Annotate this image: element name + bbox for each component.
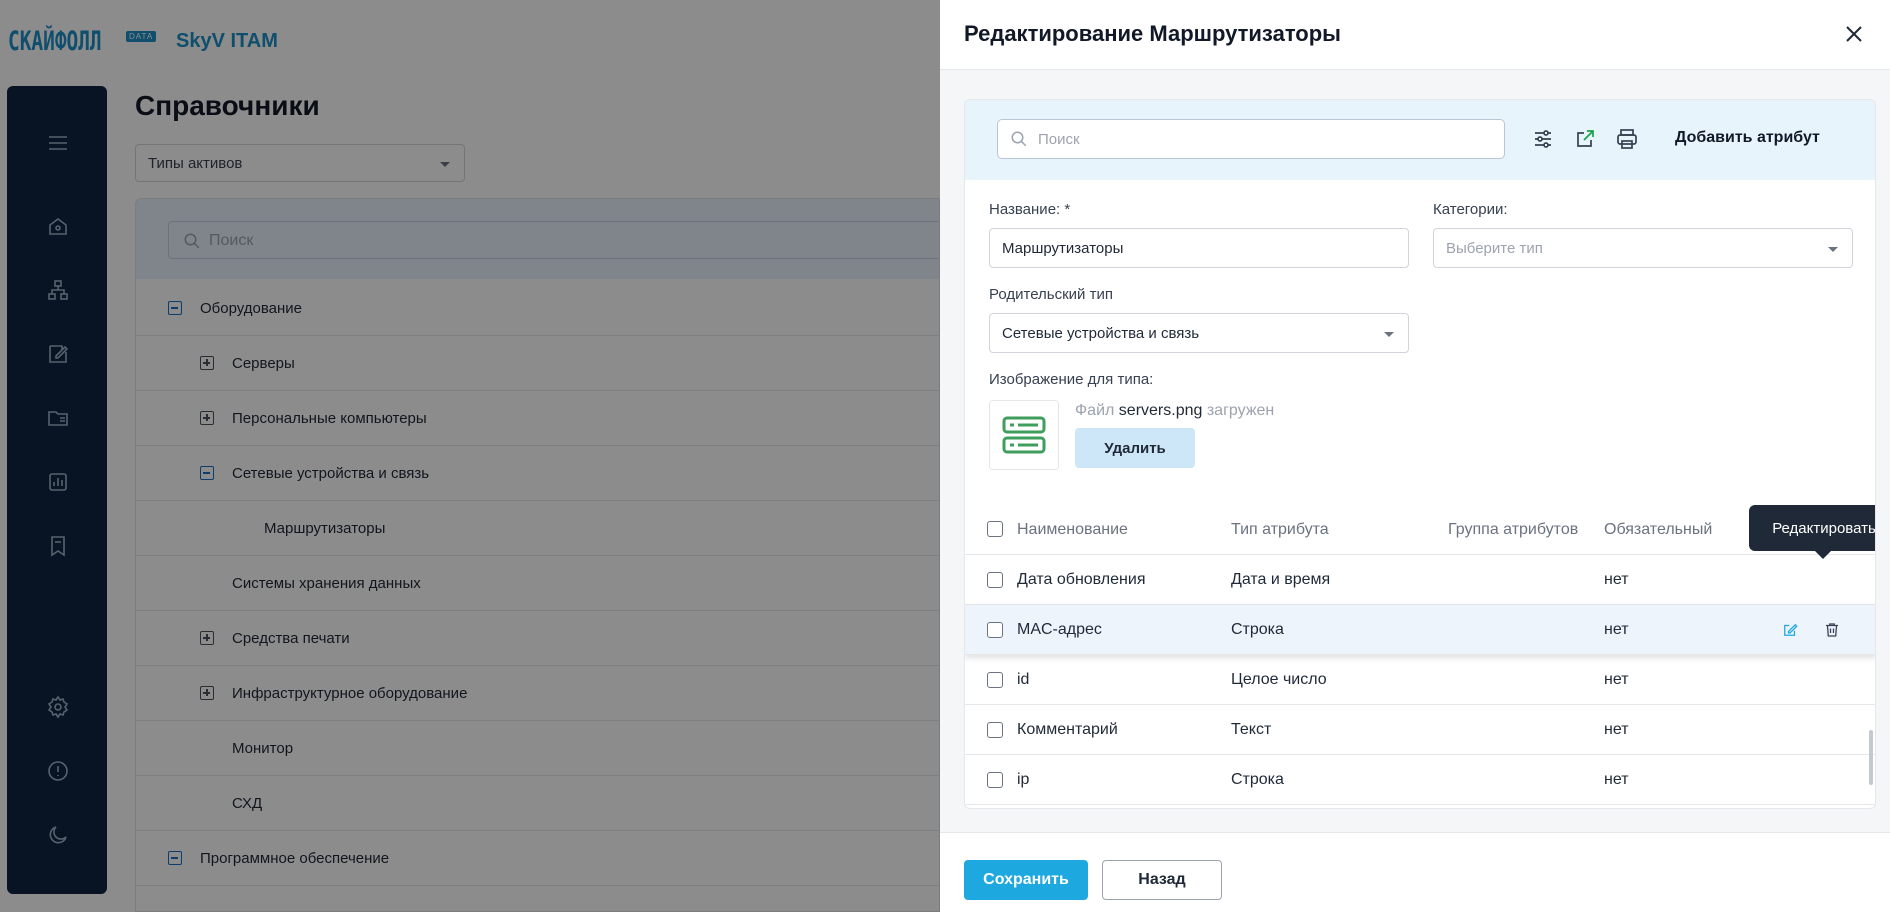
table-row[interactable]: id Целое число нет <box>965 655 1875 705</box>
drawer-footer: Сохранить Назад <box>940 832 1890 912</box>
back-button[interactable]: Назад <box>1102 860 1222 900</box>
cell-type: Строка <box>1231 771 1284 788</box>
cell-required: нет <box>1604 721 1629 738</box>
attributes-table: Наименование Тип атрибута Группа атрибут… <box>965 505 1875 808</box>
cell-type: Текст <box>1231 721 1272 738</box>
table-row[interactable]: Дата обновления Дата и время нет <box>965 555 1875 605</box>
modal-overlay[interactable] <box>0 0 940 912</box>
export-icon[interactable] <box>1573 127 1599 153</box>
categories-select[interactable]: Выберите тип <box>1433 228 1853 268</box>
file-suffix: загружен <box>1206 402 1275 419</box>
search-icon <box>1010 130 1028 152</box>
row-checkbox[interactable] <box>987 672 1003 688</box>
cell-type: Дата и время <box>1231 571 1331 588</box>
categories-placeholder: Выберите тип <box>1446 240 1543 257</box>
drawer-title: Редактирование Маршрутизаторы <box>964 21 1341 46</box>
cell-type: Строка <box>1231 621 1284 638</box>
image-label: Изображение для типа: <box>989 371 1154 388</box>
table-row[interactable]: Комментарий Текст нет <box>965 705 1875 755</box>
cell-required: нет <box>1604 621 1629 638</box>
trash-icon[interactable] <box>1823 621 1841 639</box>
cell-name: ip <box>1017 771 1030 788</box>
row-checkbox[interactable] <box>987 772 1003 788</box>
row-checkbox[interactable] <box>987 572 1003 588</box>
app-root: СКАЙФОЛЛ DATA SkyV ITAM Справочники Типы… <box>0 0 1890 912</box>
card-toolbar: Поиск Добавить атрибут <box>965 100 1875 180</box>
table-scrollbar[interactable] <box>1869 730 1873 785</box>
table-row[interactable]: ip Строка нет <box>965 755 1875 805</box>
cell-name: MAC-адрес <box>1017 621 1102 638</box>
file-name: servers.png <box>1118 402 1203 419</box>
column-header-type[interactable]: Тип атрибута <box>1231 521 1329 539</box>
save-button[interactable]: Сохранить <box>964 860 1088 900</box>
delete-image-button[interactable]: Удалить <box>1075 428 1195 468</box>
name-input[interactable]: Маршрутизаторы <box>989 228 1409 268</box>
cell-required: нет <box>1604 771 1629 788</box>
column-header-group[interactable]: Группа атрибутов <box>1448 521 1578 539</box>
parent-type-value: Сетевые устройства и связь <box>1002 325 1200 342</box>
cell-name: Комментарий <box>1017 721 1118 738</box>
cell-required: нет <box>1604 671 1629 688</box>
parent-type-select[interactable]: Сетевые устройства и связь <box>989 313 1409 353</box>
attribute-search-input[interactable]: Поиск <box>997 119 1505 159</box>
cell-name: Дата обновления <box>1017 571 1146 588</box>
file-status: Файл servers.png загружен <box>1075 402 1274 420</box>
categories-label: Категории: <box>1433 201 1508 218</box>
column-header-name[interactable]: Наименование <box>1017 521 1128 539</box>
cell-name: id <box>1017 671 1030 688</box>
table-header: Наименование Тип атрибута Группа атрибут… <box>965 505 1875 555</box>
type-card: Поиск Добавить атрибут Название: * Маршр… <box>964 99 1876 809</box>
chevron-down-icon <box>1384 332 1394 337</box>
print-icon[interactable] <box>1615 127 1641 153</box>
cell-type: Целое число <box>1231 671 1327 688</box>
close-icon[interactable] <box>1842 22 1866 46</box>
server-icon <box>1002 416 1046 454</box>
filter-settings-icon[interactable] <box>1531 127 1557 153</box>
row-checkbox[interactable] <box>987 622 1003 638</box>
add-attribute-button[interactable]: Добавить атрибут <box>1675 129 1820 147</box>
cell-required: нет <box>1604 571 1629 588</box>
attribute-search-placeholder: Поиск <box>1038 131 1080 148</box>
name-label: Название: * <box>989 201 1071 218</box>
edit-tooltip: Редактировать <box>1749 505 1875 559</box>
table-row[interactable]: MAC-адрес Строка нет <box>965 605 1875 655</box>
parent-type-label: Родительский тип <box>989 286 1113 303</box>
chevron-down-icon <box>1828 247 1838 252</box>
drawer-body: Поиск Добавить атрибут Название: * Маршр… <box>940 70 1890 832</box>
row-checkbox[interactable] <box>987 722 1003 738</box>
file-prefix: Файл <box>1075 402 1115 419</box>
type-image-thumbnail <box>989 400 1059 470</box>
drawer-header: Редактирование Маршрутизаторы <box>940 0 1890 70</box>
edit-icon[interactable] <box>1781 621 1799 639</box>
edit-drawer: Редактирование Маршрутизаторы Поиск Доба… <box>940 0 1890 912</box>
column-header-required[interactable]: Обязательный <box>1604 521 1712 539</box>
select-all-checkbox[interactable] <box>987 521 1003 537</box>
